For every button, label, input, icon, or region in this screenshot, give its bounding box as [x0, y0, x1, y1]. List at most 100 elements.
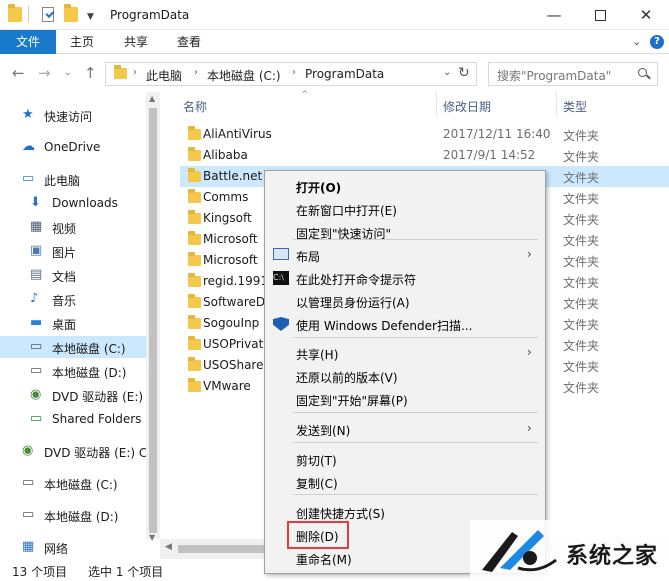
dvd-icon: ◉ — [22, 443, 34, 458]
search-box[interactable]: 搜索"ProgramData" — [488, 62, 658, 86]
sidebar-item[interactable]: ▭ 本地磁盘 (D:) — [0, 504, 146, 526]
menu-item[interactable]: 布局 › — [265, 244, 545, 266]
help-icon[interactable]: ? — [650, 35, 664, 49]
up-button[interactable]: ↑ — [84, 64, 97, 82]
sidebar-item[interactable]: ▭ 本地磁盘 (C:) — [0, 472, 146, 494]
tab-view[interactable]: 查看 — [163, 30, 215, 54]
delete-highlight-box — [287, 521, 349, 549]
breadcrumb-this-pc[interactable]: 此电脑 — [146, 67, 182, 84]
menu-separator — [293, 337, 538, 338]
sidebar-item-label: Shared Folders — [52, 412, 142, 426]
menu-item[interactable]: C:\ 在此处打开命令提示符 — [265, 267, 545, 289]
close-button[interactable]: ✕ — [623, 0, 669, 30]
folder-icon — [188, 315, 201, 329]
menu-item[interactable]: 以管理员身份运行(A) — [265, 290, 545, 312]
recent-locations-icon[interactable]: ⌄ — [64, 68, 72, 78]
sidebar-item[interactable]: ▦ 视频 — [0, 216, 146, 238]
menu-item[interactable]: 复制(C) — [265, 471, 545, 493]
menu-item-label: 复制(C) — [296, 477, 338, 491]
back-button[interactable]: ← — [12, 64, 25, 82]
sidebar-item[interactable]: ☁ OneDrive — [0, 136, 146, 158]
sidebar-item[interactable]: ⬇ Downloads — [0, 192, 146, 214]
menu-item[interactable]: 打开(O) — [265, 175, 545, 197]
sidebar-item[interactable]: ▭ 此电脑 — [0, 168, 146, 190]
menu-item[interactable]: 固定到"开始"屏幕(P) — [265, 388, 545, 410]
sidebar-item[interactable]: ★ 快速访问 — [0, 104, 146, 126]
refresh-icon[interactable]: ↻ — [458, 65, 470, 81]
column-header-name[interactable]: 名称 — [183, 98, 207, 115]
file-date: 2017/9/1 14:52 — [443, 148, 536, 162]
scroll-down-icon[interactable]: ▼ — [149, 533, 155, 542]
chevron-right-icon: › — [527, 345, 532, 359]
sidebar-item[interactable]: ▭ 本地磁盘 (C:) — [0, 336, 146, 358]
chevron-right-icon[interactable]: › — [292, 67, 296, 78]
sidebar-item-label: DVD 驱动器 (E:) C — [44, 446, 148, 460]
nav-scrollbar-thumb[interactable] — [149, 108, 157, 533]
properties-icon[interactable] — [42, 7, 54, 22]
sidebar-item-label: Downloads — [52, 196, 118, 210]
scroll-up-icon[interactable]: ▲ — [149, 94, 155, 103]
file-type: 文件夹 — [563, 213, 600, 227]
menu-item[interactable]: 发送到(N) › — [265, 418, 545, 440]
cmd-icon: C:\ — [273, 271, 289, 285]
file-name: Microsoft — [203, 232, 258, 246]
chevron-right-icon: › — [527, 247, 532, 261]
menu-item[interactable]: 还原以前的版本(V) — [265, 365, 545, 387]
breadcrumb-local-disk-c[interactable]: 本地磁盘 (C:) — [207, 67, 281, 84]
sidebar-item[interactable]: ▭ Shared Folders — [0, 408, 146, 430]
minimize-icon: — — [546, 6, 562, 24]
tab-home[interactable]: 主页 — [56, 30, 108, 54]
menu-item-label: 布局 — [296, 250, 321, 264]
horizontal-scrollbar-thumb[interactable] — [178, 545, 268, 553]
menu-item[interactable]: 剪切(T) — [265, 448, 545, 470]
menu-item[interactable]: 共享(H) › — [265, 342, 545, 364]
forward-button[interactable]: → — [38, 64, 51, 82]
column-divider[interactable] — [556, 92, 557, 117]
file-type: 文件夹 — [563, 171, 600, 185]
sidebar-item[interactable]: ▣ 图片 — [0, 240, 146, 262]
address-bar[interactable]: › 此电脑 › 本地磁盘 (C:) › ProgramData ⌄ ↻ — [105, 62, 477, 86]
sidebar-item[interactable]: ▭ 本地磁盘 (D:) — [0, 360, 146, 382]
chevron-right-icon[interactable]: › — [133, 67, 137, 78]
column-divider[interactable] — [436, 92, 437, 117]
scroll-left-icon[interactable]: ◀ — [165, 542, 172, 552]
minimize-button[interactable]: — — [531, 0, 577, 30]
sidebar-item[interactable]: ◉ DVD 驱动器 (E:) — [0, 384, 146, 406]
quick-access-dropdown-icon[interactable]: ▼ — [87, 12, 94, 22]
column-header-date[interactable]: 修改日期 — [443, 98, 491, 115]
new-folder-icon[interactable] — [64, 4, 78, 22]
music-icon: ♪ — [30, 291, 39, 306]
file-name: Battle.net — [203, 169, 263, 183]
menu-separator — [293, 442, 538, 443]
tab-share[interactable]: 共享 — [110, 30, 162, 54]
sidebar-item[interactable]: ♪ 音乐 — [0, 288, 146, 310]
menu-item-label: 还原以前的版本(V) — [296, 371, 398, 385]
file-type: 文件夹 — [563, 381, 600, 395]
sidebar-item[interactable]: ◉ DVD 驱动器 (E:) C — [0, 440, 148, 462]
tab-file[interactable]: 文件 — [0, 30, 56, 54]
sidebar-item[interactable]: ▬ 桌面 — [0, 312, 146, 334]
folder-icon — [188, 294, 201, 308]
menu-item-label: 剪切(T) — [296, 454, 337, 468]
document-icon: ▤ — [30, 267, 43, 282]
navigation-row: ← → ⌄ ↑ › 此电脑 › 本地磁盘 (C:) › ProgramData … — [0, 54, 669, 92]
search-input[interactable]: 搜索"ProgramData" — [497, 67, 611, 84]
breadcrumb-programdata[interactable]: ProgramData — [305, 67, 384, 81]
address-dropdown-icon[interactable]: ⌄ — [443, 67, 451, 78]
menu-item[interactable]: 使用 Windows Defender扫描... — [265, 313, 545, 335]
column-header-type[interactable]: 类型 — [563, 98, 587, 115]
table-row[interactable]: Alibaba 2017/9/1 14:52 文件夹 — [180, 145, 669, 166]
maximize-button[interactable] — [577, 0, 623, 30]
expand-ribbon-icon[interactable]: ⌄ — [632, 35, 641, 48]
file-type: 文件夹 — [563, 297, 600, 311]
menu-item-label: 打开(O) — [296, 181, 342, 195]
table-row[interactable]: AliAntiVirus 2017/12/11 16:40 文件夹 — [180, 124, 669, 145]
menu-item[interactable]: 在新窗口中打开(E) — [265, 198, 545, 220]
chevron-right-icon[interactable]: › — [194, 67, 198, 78]
sidebar-item[interactable]: ▤ 文档 — [0, 264, 146, 286]
menu-item-label: 共享(H) — [296, 348, 339, 362]
file-type: 文件夹 — [563, 150, 600, 164]
sidebar-item[interactable]: ▦ 网络 — [0, 536, 146, 558]
search-icon[interactable] — [638, 68, 650, 80]
file-name: VMware — [203, 379, 251, 393]
